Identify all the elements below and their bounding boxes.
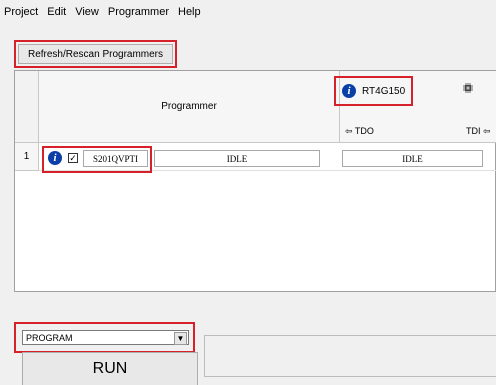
menu-programmer[interactable]: Programmer xyxy=(108,6,169,18)
action-select[interactable]: PROGRAM ▼ xyxy=(22,330,189,345)
device-status: IDLE xyxy=(342,150,483,167)
device-name: RT4G150 xyxy=(362,85,406,97)
info-icon[interactable]: i xyxy=(48,151,62,165)
programmer-checkbox[interactable]: ✓ xyxy=(68,153,78,163)
menu-project[interactable]: Project xyxy=(4,6,38,18)
device-identity[interactable]: i RT4G150 xyxy=(342,84,405,98)
programmer-grid: Programmer ⇦ TDO TDI ⇦ i RT4G150 1 i ✓ S… xyxy=(14,70,496,292)
programmer-id-field[interactable]: S201QVPTI xyxy=(83,150,148,167)
row-index: 1 xyxy=(15,143,39,171)
status-panel xyxy=(204,335,496,377)
menu-edit[interactable]: Edit xyxy=(47,6,66,18)
menu-help[interactable]: Help xyxy=(178,6,201,18)
run-button[interactable]: RUN xyxy=(22,352,198,385)
programmer-column-header: Programmer xyxy=(39,71,340,143)
chevron-down-icon[interactable]: ▼ xyxy=(174,332,187,345)
grid-corner xyxy=(15,71,39,143)
info-icon[interactable]: i xyxy=(342,84,356,98)
chip-icon xyxy=(463,83,473,96)
menu-bar: Project Edit View Programmer Help xyxy=(0,0,496,24)
tdo-label: ⇦ TDO xyxy=(345,126,374,136)
action-selected-value: PROGRAM xyxy=(26,332,73,343)
programmer-status: IDLE xyxy=(154,150,320,167)
refresh-rescan-button[interactable]: Refresh/Rescan Programmers xyxy=(18,44,173,64)
menu-view[interactable]: View xyxy=(75,6,99,18)
tdi-label: TDI ⇦ xyxy=(466,126,491,136)
